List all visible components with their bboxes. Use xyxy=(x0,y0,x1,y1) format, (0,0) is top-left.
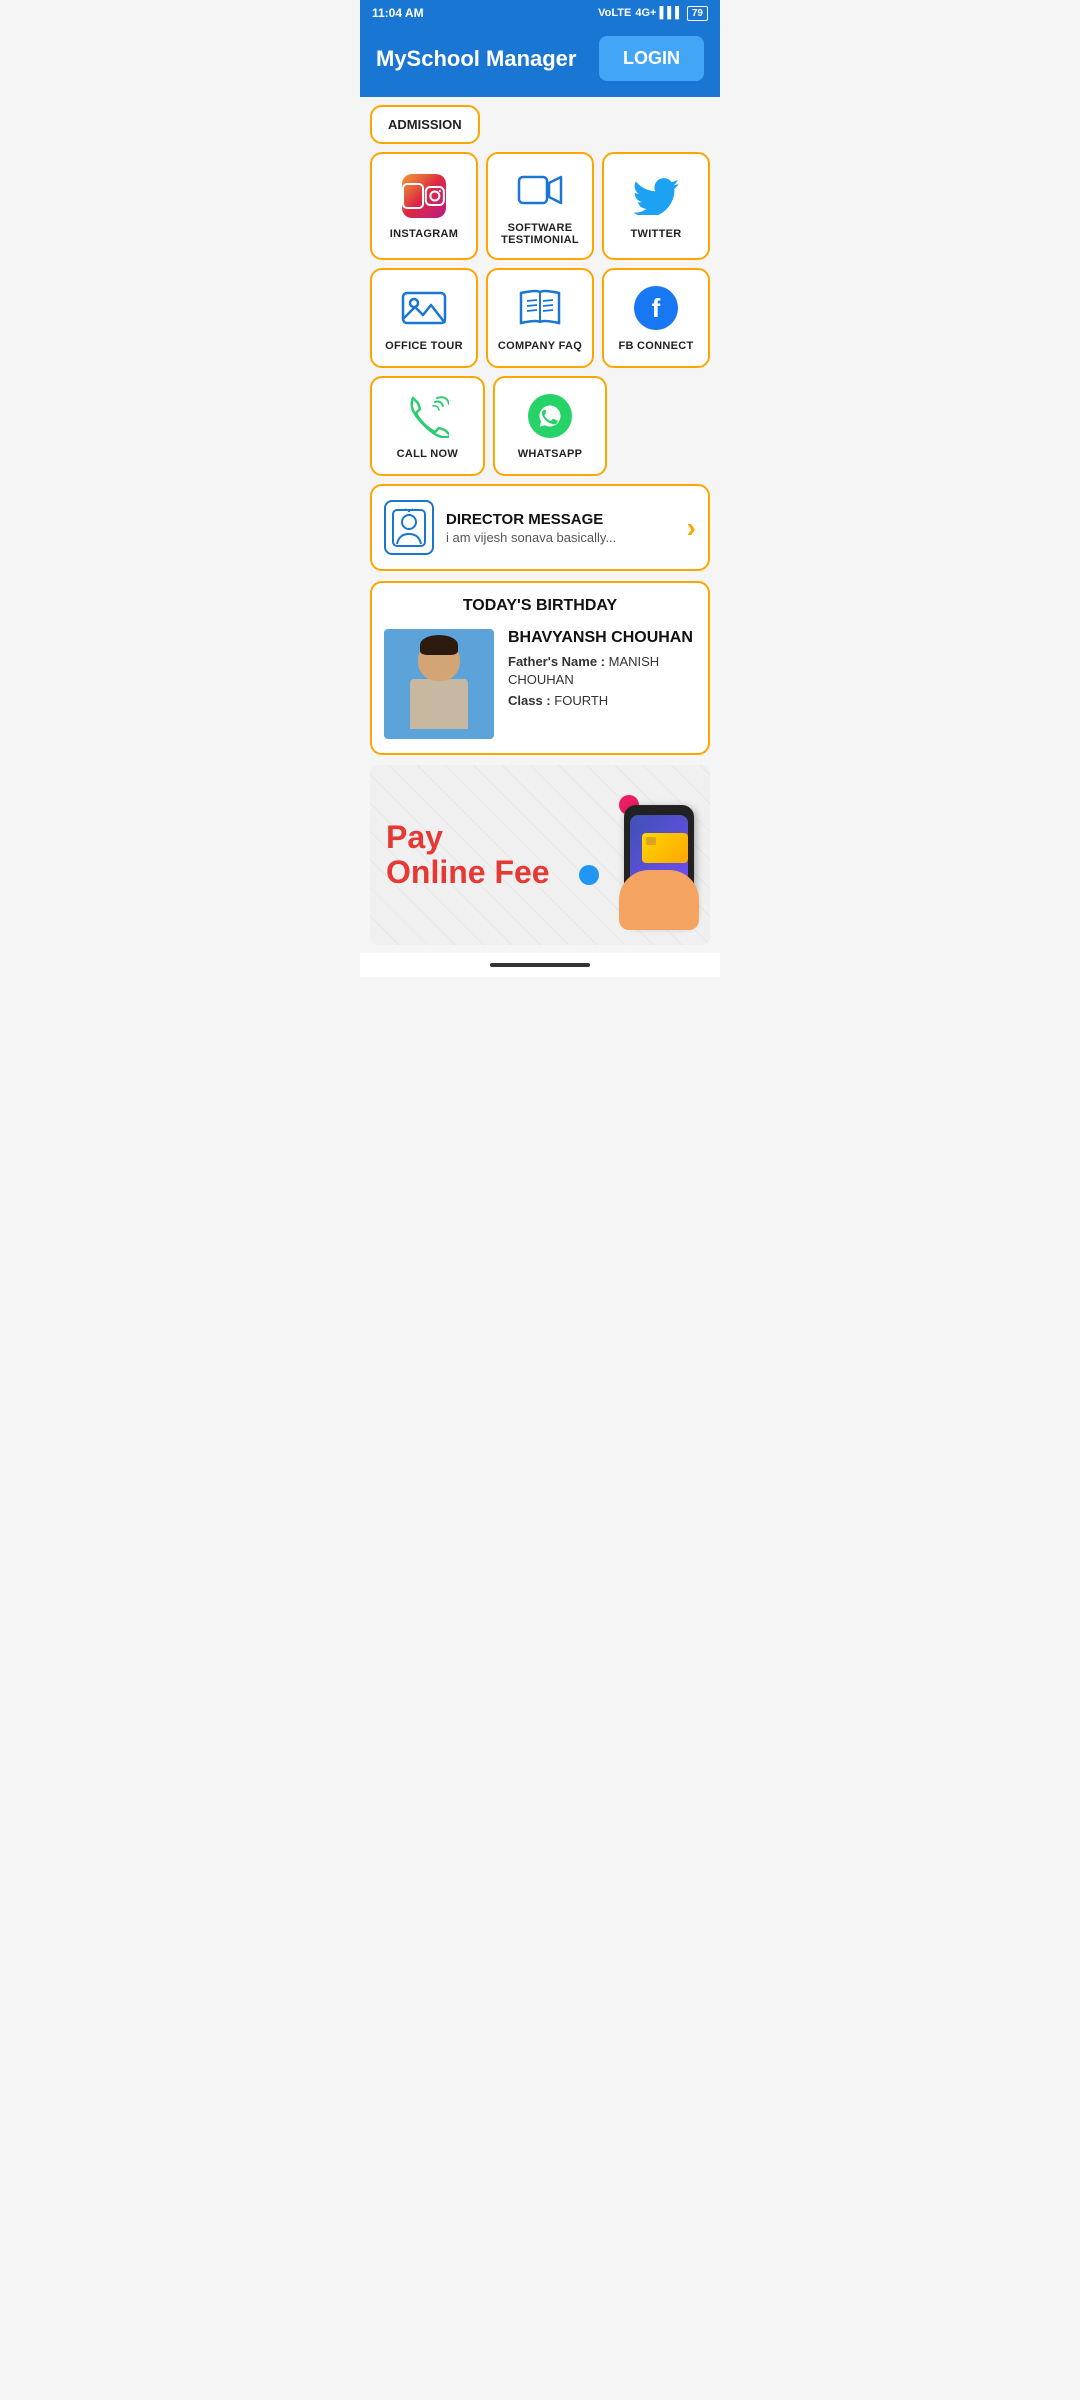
card-chip xyxy=(646,837,656,845)
pay-online-banner[interactable]: Pay Online Fee xyxy=(370,765,710,945)
class-label: Class : xyxy=(508,693,551,708)
facebook-icon-wrap: f xyxy=(632,284,680,332)
image-icon xyxy=(401,289,447,327)
office-tour-button[interactable]: OFFICE TOUR xyxy=(370,268,478,368)
person-hair xyxy=(420,635,458,655)
empty-slot xyxy=(615,376,710,476)
birthday-class: Class : FOURTH xyxy=(508,692,696,710)
birthday-card: TODAY'S BIRTHDAY BHAVYANSH CHOUHAN Fathe… xyxy=(370,581,710,755)
home-bar xyxy=(490,963,590,967)
login-button[interactable]: LOGIN xyxy=(599,36,704,81)
status-time: 11:04 AM xyxy=(372,6,424,20)
birthday-info: BHAVYANSH CHOUHAN Father's Name : MANISH… xyxy=(508,629,696,714)
book-icon-wrap xyxy=(516,284,564,332)
person-head xyxy=(418,639,460,681)
status-icons: VoLTE 4G+ ▌▌▌ 79 xyxy=(598,7,708,19)
grid-row-1: INSTAGRAM SOFTWARETESTIMONIAL TWITTER xyxy=(370,152,710,260)
birthday-section-title: TODAY'S BIRTHDAY xyxy=(384,597,696,615)
instagram-button[interactable]: INSTAGRAM xyxy=(370,152,478,260)
father-label: Father's Name : xyxy=(508,654,605,669)
app-header: MySchool Manager LOGIN xyxy=(360,26,720,97)
director-text-block: DIRECTOR MESSAGE i am vijesh sonava basi… xyxy=(446,511,675,545)
card-illustration xyxy=(642,833,688,863)
twitter-button[interactable]: TWITTER xyxy=(602,152,710,260)
whatsapp-icon-wrap xyxy=(526,392,574,440)
grid-row-3: CALL NOW WHATSAPP xyxy=(370,376,710,476)
company-faq-button[interactable]: COMPANY FAQ xyxy=(486,268,594,368)
pay-line2: Online Fee xyxy=(386,854,550,890)
call-now-button[interactable]: CALL NOW xyxy=(370,376,485,476)
grid-row-2: OFFICE TOUR COMPANY FAQ f xyxy=(370,268,710,368)
whatsapp-label: WHATSAPP xyxy=(518,448,583,460)
twitter-label: TWITTER xyxy=(631,228,682,240)
office-tour-label: OFFICE TOUR xyxy=(385,340,463,352)
home-indicator xyxy=(360,953,720,977)
hand-illustration xyxy=(619,870,699,930)
main-content: ADMISSION INSTAGRAM xyxy=(360,97,720,953)
instagram-label: INSTAGRAM xyxy=(390,228,459,240)
fb-connect-button[interactable]: f FB CONNECT xyxy=(602,268,710,368)
pay-banner-text: Pay Online Fee xyxy=(386,820,550,890)
pay-phone-illustration xyxy=(574,785,694,925)
birthday-father-name: Father's Name : MANISH CHOUHAN xyxy=(508,653,696,689)
phone-icon xyxy=(405,394,449,438)
instagram-icon-wrap xyxy=(400,172,448,220)
network-indicator: VoLTE xyxy=(598,7,631,19)
image-icon-wrap xyxy=(400,284,448,332)
book-icon xyxy=(517,289,563,327)
birthday-student-name: BHAVYANSH CHOUHAN xyxy=(508,629,696,647)
director-subtitle: i am vijesh sonava basically... xyxy=(446,530,675,545)
software-testimonial-button[interactable]: SOFTWARETESTIMONIAL xyxy=(486,152,594,260)
call-now-label: CALL NOW xyxy=(397,448,458,460)
director-title: DIRECTOR MESSAGE xyxy=(446,511,675,528)
fb-connect-label: FB CONNECT xyxy=(618,340,693,352)
birthday-photo xyxy=(384,629,494,739)
whatsapp-button[interactable]: WHATSAPP xyxy=(493,376,608,476)
class-value: FOURTH xyxy=(554,693,608,708)
director-message-card[interactable]: DIRECTOR MESSAGE i am vijesh sonava basi… xyxy=(370,484,710,571)
twitter-icon-wrap xyxy=(632,172,680,220)
status-bar: 11:04 AM VoLTE 4G+ ▌▌▌ 79 xyxy=(360,0,720,26)
birthday-content: BHAVYANSH CHOUHAN Father's Name : MANISH… xyxy=(384,629,696,739)
video-camera-icon-wrap xyxy=(516,166,564,214)
instagram-icon xyxy=(402,174,446,218)
battery-indicator: 79 xyxy=(687,7,708,19)
software-testimonial-label: SOFTWARETESTIMONIAL xyxy=(501,222,579,246)
pay-line1: Pay xyxy=(386,819,443,855)
phone-icon-wrap xyxy=(403,392,451,440)
person-silhouette xyxy=(399,639,479,739)
facebook-icon: f xyxy=(634,286,678,330)
whatsapp-icon xyxy=(528,394,572,438)
video-camera-icon xyxy=(517,171,563,209)
signal-strength: 4G+ ▌▌▌ xyxy=(635,7,683,19)
admission-row: ADMISSION xyxy=(370,105,710,144)
director-arrow-icon: › xyxy=(687,512,696,544)
twitter-icon xyxy=(633,177,679,215)
person-body xyxy=(410,679,468,729)
floating-circle-blue xyxy=(579,865,599,885)
director-avatar-icon xyxy=(384,500,434,555)
app-title: MySchool Manager xyxy=(376,46,576,72)
company-faq-label: COMPANY FAQ xyxy=(498,340,582,352)
battery-level: 79 xyxy=(687,6,708,21)
admission-button[interactable]: ADMISSION xyxy=(370,105,480,144)
